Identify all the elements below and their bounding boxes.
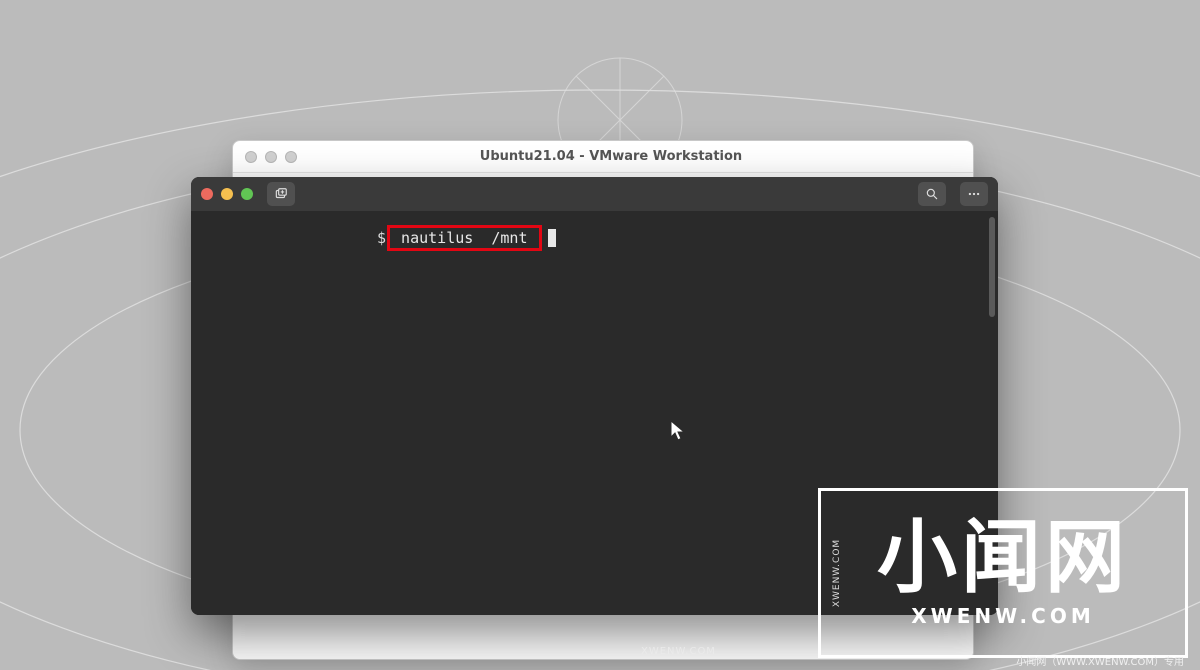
command-highlight: nautilus /mnt (387, 225, 542, 251)
close-icon[interactable] (245, 151, 257, 163)
terminal-header[interactable] (191, 177, 998, 211)
prompt-line: $ nautilus /mnt (377, 225, 984, 251)
new-tab-button[interactable] (267, 182, 295, 206)
menu-button[interactable] (960, 182, 988, 206)
maximize-icon[interactable] (285, 151, 297, 163)
minimize-icon[interactable] (265, 151, 277, 163)
menu-icon (967, 187, 981, 201)
text-cursor (548, 229, 556, 247)
new-tab-icon (274, 187, 288, 201)
watermark-note-text: 小闻网（WWW.XWENW.COM）专用 (1016, 653, 1184, 668)
terminal-window: $ nautilus /mnt (191, 177, 998, 615)
minimize-icon[interactable] (221, 188, 233, 200)
search-icon (925, 187, 939, 201)
close-icon[interactable] (201, 188, 213, 200)
vmware-title: Ubuntu21.04 - VMware Workstation (480, 149, 742, 164)
scrollbar-thumb[interactable] (989, 217, 995, 317)
prompt-symbol: $ (377, 228, 386, 248)
search-button[interactable] (918, 182, 946, 206)
maximize-icon[interactable] (241, 188, 253, 200)
vmware-titlebar[interactable]: Ubuntu21.04 - VMware Workstation (233, 141, 973, 173)
terminal-body[interactable]: $ nautilus /mnt (191, 211, 998, 615)
vmware-traffic-lights (245, 151, 297, 163)
